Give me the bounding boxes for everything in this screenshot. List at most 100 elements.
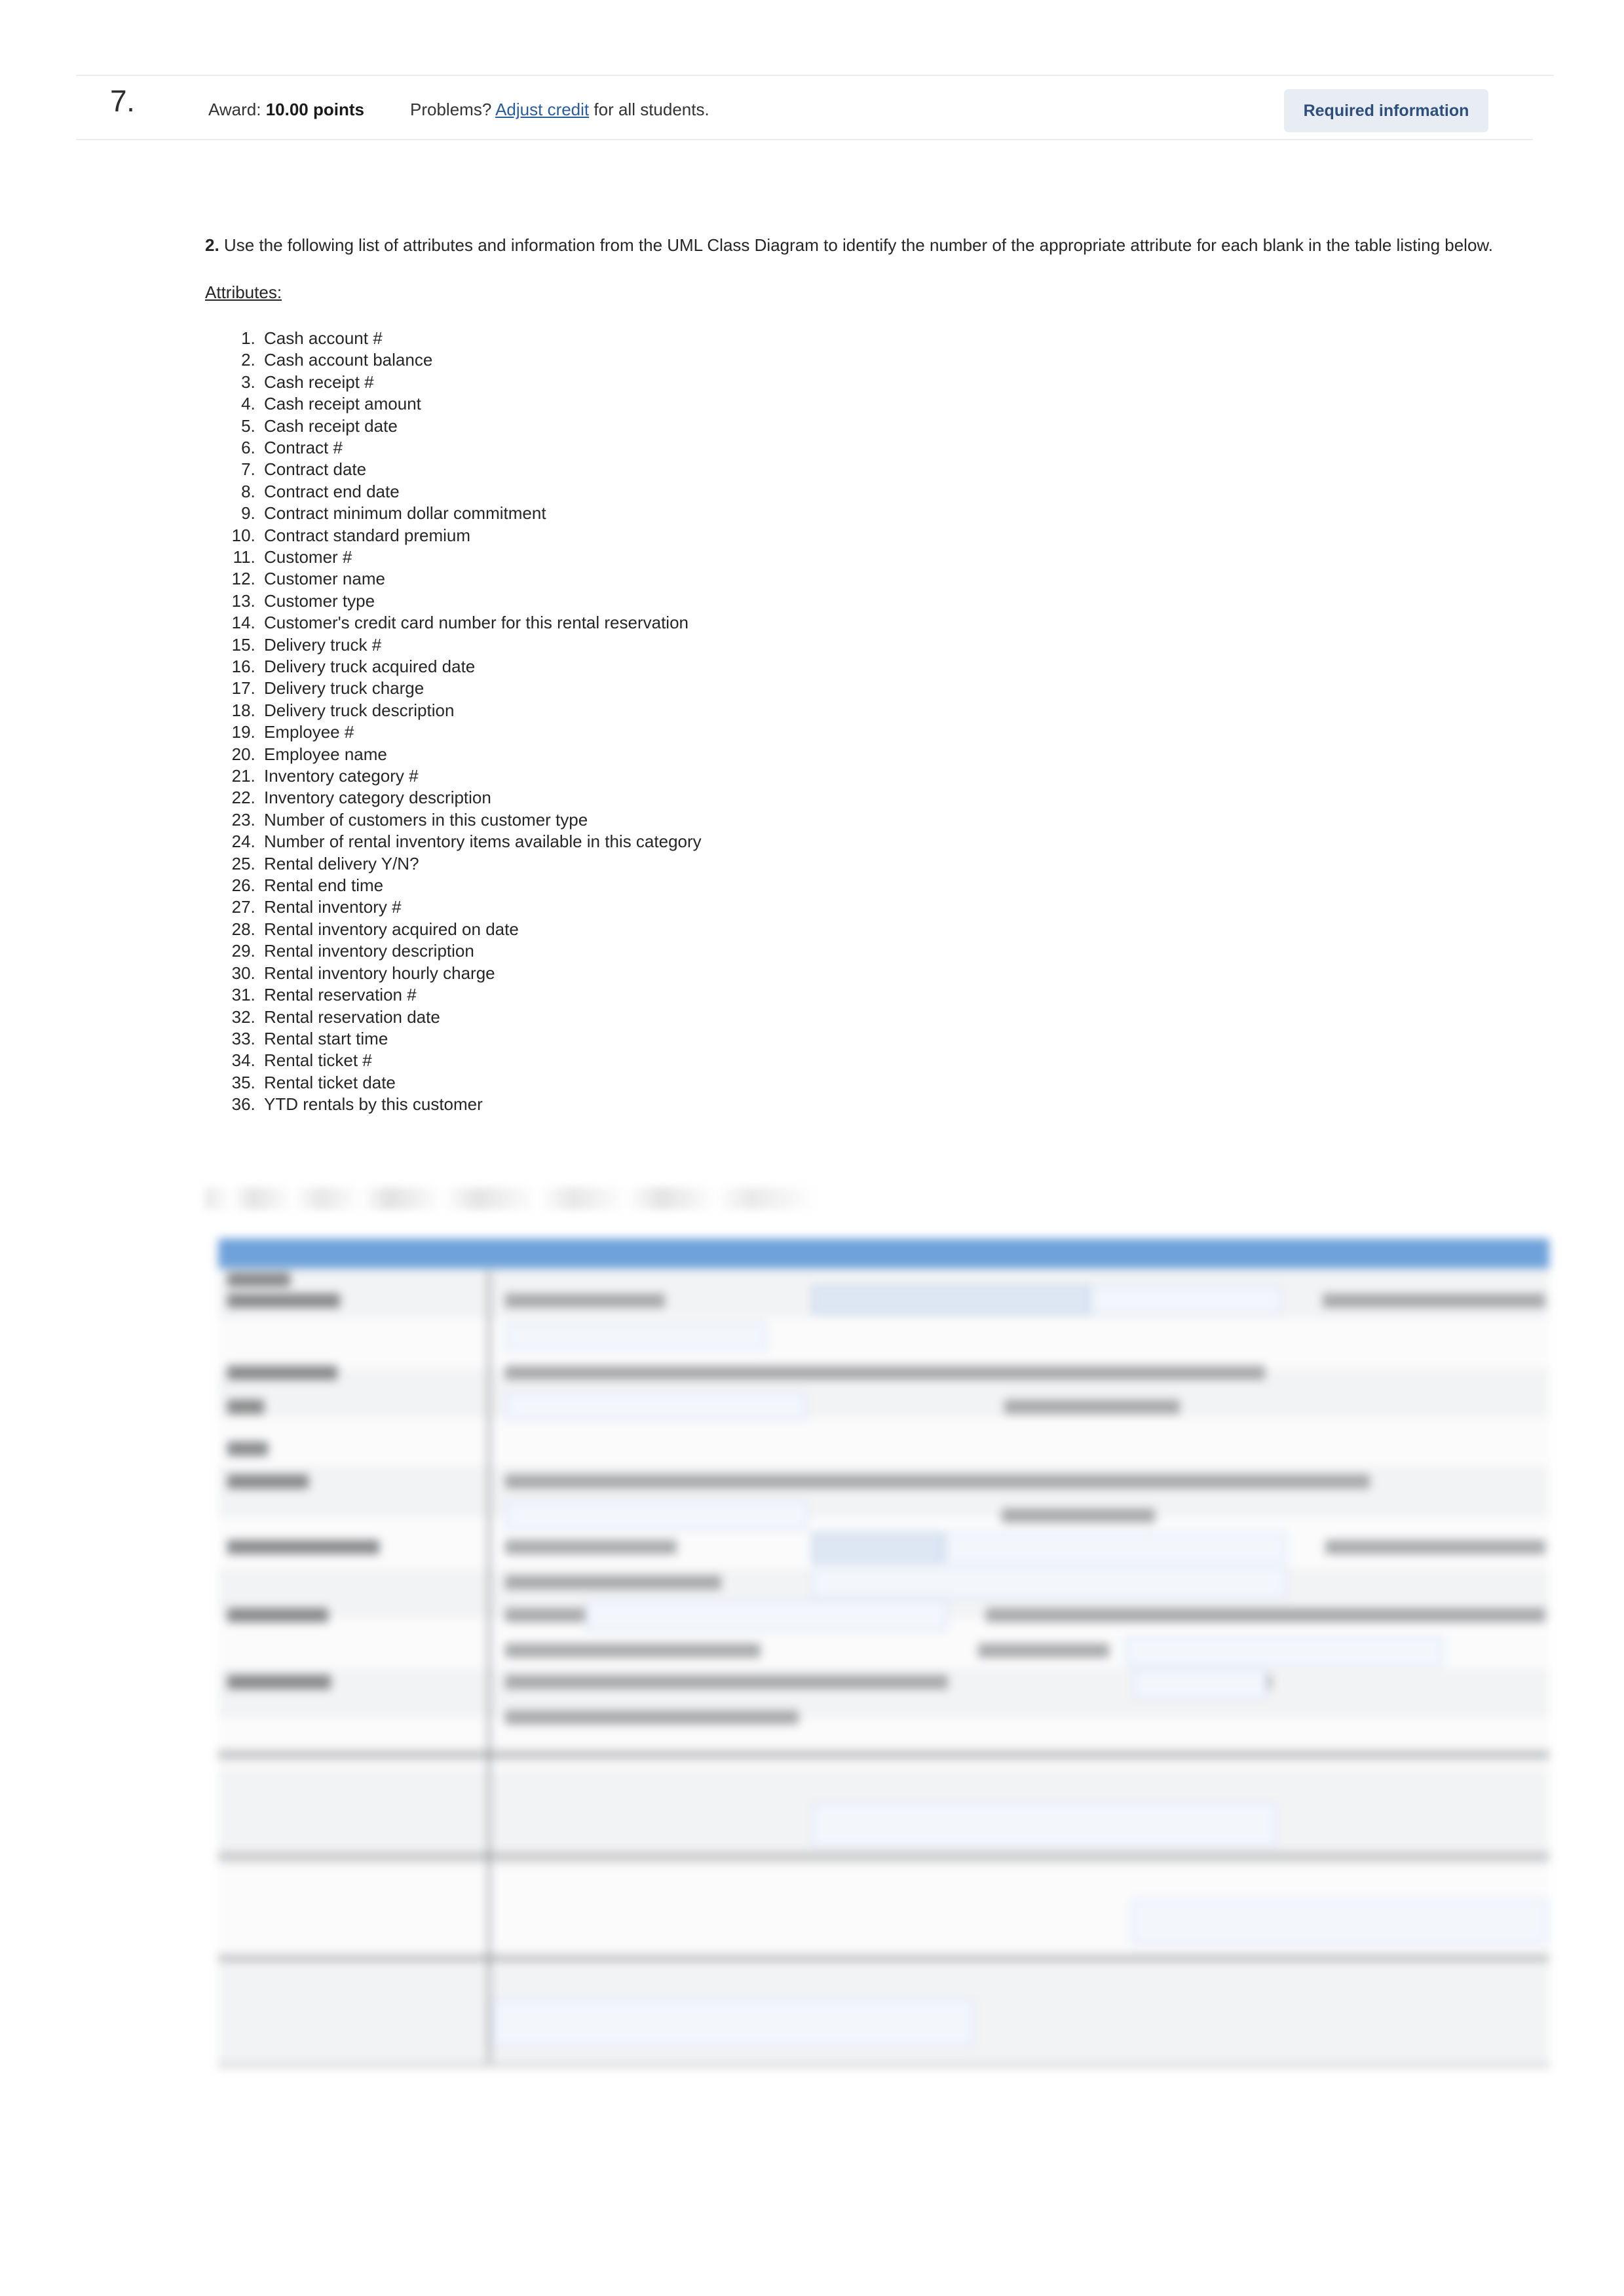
table-cell-text [986, 1608, 1545, 1622]
table-cell-text [505, 1474, 1370, 1489]
list-item: Employee # [260, 721, 1496, 743]
list-item: Customer # [260, 546, 1496, 568]
list-item: Delivery truck # [260, 634, 1496, 656]
attributes-list: Cash account # Cash account balance Cash… [205, 328, 1496, 1116]
list-item: Cash account balance [260, 349, 1496, 371]
list-item: YTD rentals by this customer [260, 1094, 1496, 1115]
list-item: Contract date [260, 459, 1496, 480]
question-number: 7. [110, 84, 135, 118]
list-item: Cash receipt date [260, 415, 1496, 437]
attributes-heading: Attributes: [205, 282, 282, 302]
award-label: Award: [208, 100, 261, 119]
list-item: Contract standard premium [260, 525, 1496, 546]
list-item: Contract # [260, 437, 1496, 459]
answer-input[interactable] [492, 1999, 974, 2047]
table-cell-text [505, 1575, 721, 1590]
list-item: Rental inventory description [260, 940, 1496, 962]
problems-notice: Problems? Adjust credit for all students… [410, 100, 709, 120]
list-item: Cash receipt # [260, 372, 1496, 393]
list-item: Rental ticket date [260, 1072, 1496, 1094]
list-item: Rental inventory hourly charge [260, 963, 1496, 984]
table-cell-text [227, 1366, 337, 1380]
table-cell-text [1002, 1508, 1155, 1523]
list-item: Delivery truck description [260, 700, 1496, 721]
answer-input[interactable] [505, 1501, 808, 1531]
table-divider [218, 1954, 1549, 1963]
list-item: Customer's credit card number for this r… [260, 612, 1496, 634]
list-item: Rental end time [260, 875, 1496, 896]
list-item: Delivery truck acquired date [260, 656, 1496, 678]
table-cell-text [227, 1442, 268, 1456]
prompt-text: Use the following list of attributes and… [223, 235, 1493, 255]
list-item: Contract end date [260, 481, 1496, 503]
table-cell-text [978, 1643, 1109, 1658]
table-cell-text [505, 1710, 799, 1725]
table-cell-text [505, 1540, 677, 1554]
answer-table[interactable] [218, 1234, 1549, 2068]
list-item: Contract minimum dollar commitment [260, 503, 1496, 524]
problems-prefix: Problems? [410, 100, 492, 119]
list-item: Employee name [260, 744, 1496, 765]
table-cell-text [505, 1675, 948, 1689]
list-item: Inventory category # [260, 765, 1496, 787]
list-item: Customer type [260, 590, 1496, 612]
answer-input[interactable] [505, 1392, 806, 1421]
table-cell-text [227, 1272, 290, 1287]
header-bottom-divider [76, 139, 1533, 140]
table-cell-text [1325, 1540, 1545, 1554]
award-info: Award: 10.00 points [208, 100, 364, 120]
question-body: 2. Use the following list of attributes … [205, 233, 1496, 1116]
list-item: Delivery truck charge [260, 678, 1496, 699]
table-divider [218, 1852, 1549, 1861]
answer-input[interactable] [1125, 1636, 1443, 1667]
list-item: Cash receipt amount [260, 393, 1496, 415]
adjust-credit-link[interactable]: Adjust credit [495, 100, 589, 119]
table-bottom-edge [218, 2063, 1549, 2068]
table-row [218, 1418, 1549, 1466]
answer-input[interactable] [585, 1600, 948, 1632]
list-item: Customer name [260, 568, 1496, 590]
blurred-instruction-line [205, 1187, 886, 1210]
prompt-number: 2. [205, 235, 219, 255]
table-cell-text [227, 1540, 379, 1554]
answer-input[interactable] [812, 1567, 1287, 1599]
answer-input[interactable] [812, 1286, 1089, 1314]
problems-suffix: for all students. [594, 100, 709, 119]
answer-input[interactable] [812, 1532, 944, 1563]
table-column-divider [488, 1271, 490, 2068]
question-prompt: 2. Use the following list of attributes … [205, 233, 1496, 258]
answer-input[interactable] [1133, 1670, 1268, 1700]
list-item: Number of customers in this customer typ… [260, 809, 1496, 831]
table-cell-text [505, 1643, 761, 1658]
list-item: Rental delivery Y/N? [260, 853, 1496, 875]
required-information-button[interactable]: Required information [1284, 89, 1488, 132]
list-item: Number of rental inventory items availab… [260, 831, 1496, 852]
answer-input[interactable] [1131, 1899, 1549, 1945]
header-top-divider [76, 75, 1554, 76]
table-cell-text [505, 1608, 597, 1622]
list-item: Inventory category description [260, 787, 1496, 809]
list-item: Rental ticket # [260, 1050, 1496, 1071]
answer-input[interactable] [1089, 1286, 1282, 1314]
table-cell-text [227, 1293, 340, 1308]
table-cell-text [505, 1366, 1265, 1380]
answer-input[interactable] [944, 1532, 1287, 1563]
list-item: Rental inventory acquired on date [260, 919, 1496, 940]
list-item: Rental reservation date [260, 1006, 1496, 1028]
list-item: Cash account # [260, 328, 1496, 349]
table-row [218, 1718, 1549, 1769]
table-cell-text [505, 1293, 665, 1308]
table-cell-text [227, 1608, 328, 1622]
table-row [218, 1318, 1549, 1368]
answer-input[interactable] [812, 1802, 1277, 1848]
award-value: 10.00 points [265, 100, 364, 119]
answer-input[interactable] [505, 1322, 767, 1351]
list-item: Rental reservation # [260, 984, 1496, 1006]
table-divider [218, 1750, 1549, 1760]
table-cell-text [227, 1675, 331, 1689]
table-header-bar [218, 1238, 1549, 1269]
table-cell-text [227, 1400, 264, 1414]
list-item: Rental inventory # [260, 896, 1496, 918]
table-cell-text [1323, 1293, 1545, 1308]
table-cell-text [1004, 1400, 1180, 1414]
